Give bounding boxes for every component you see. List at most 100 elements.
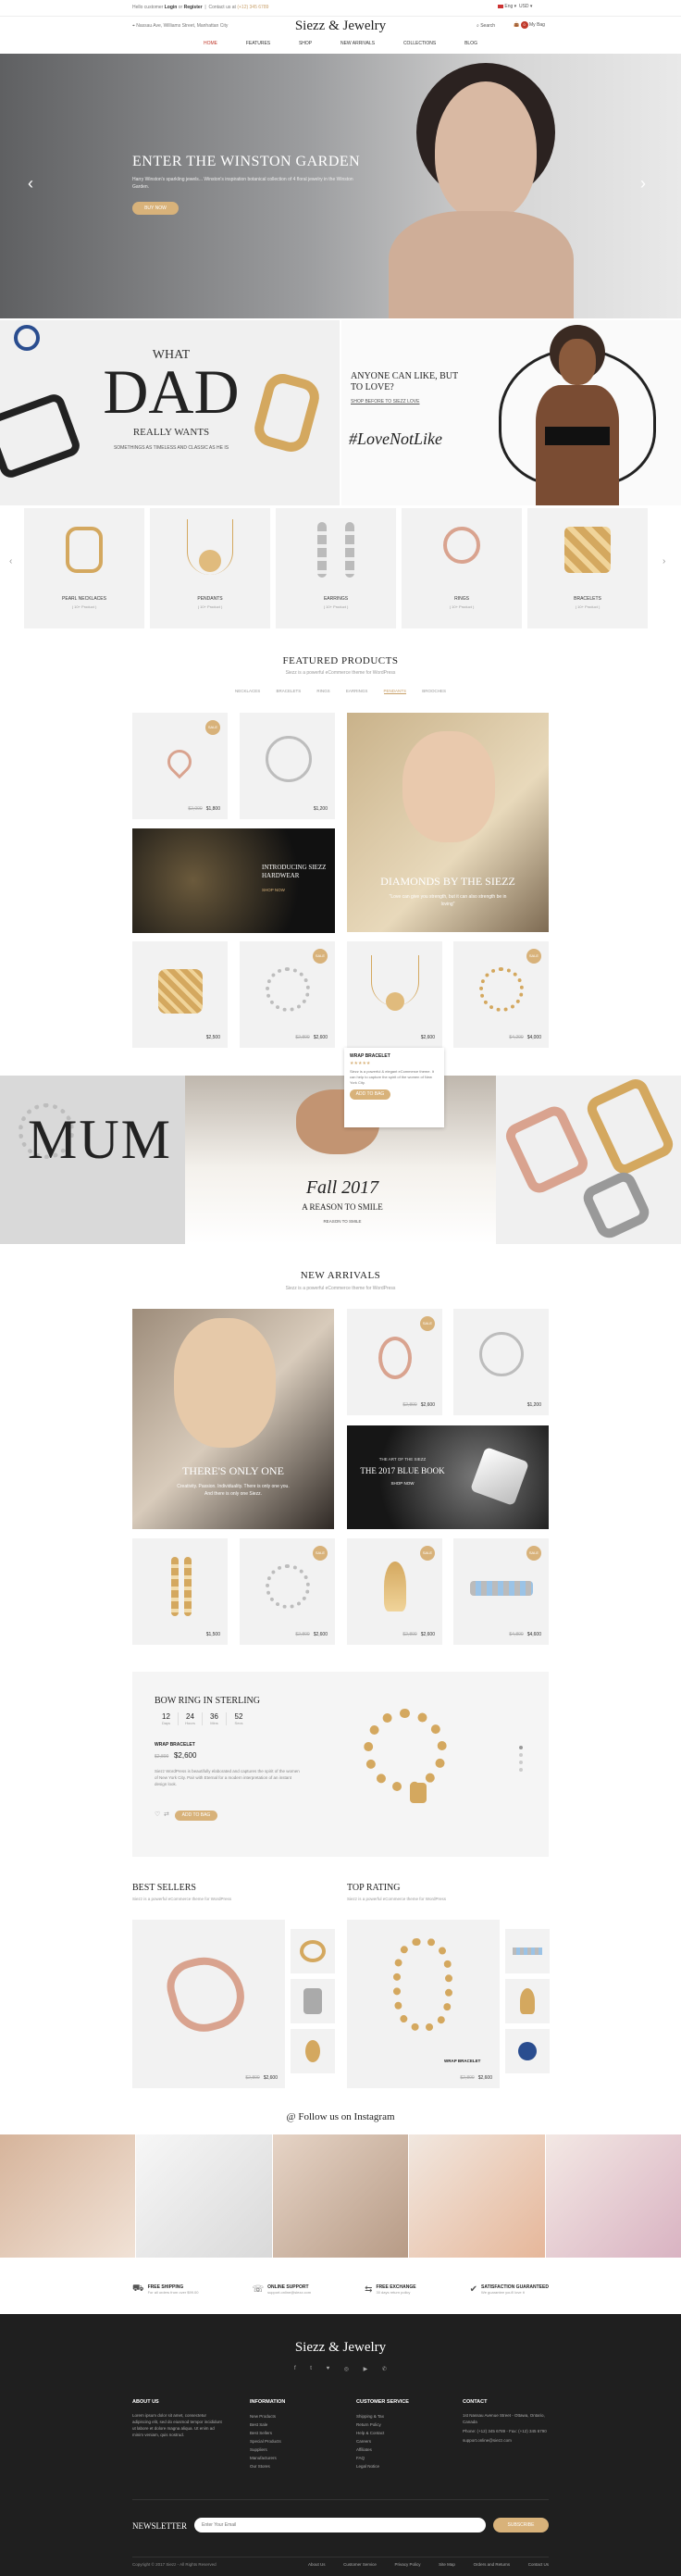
instagram-icon[interactable]: ◎: [344, 2366, 349, 2372]
category-card[interactable]: EARRINGS ( 10+ Product ): [276, 508, 396, 628]
fall-slide[interactable]: ‹ Fall 2017 A REASON TO SMILE REASON TO …: [185, 1076, 496, 1244]
bottom-link[interactable]: About Us: [308, 2562, 326, 2567]
deal-slider-dots[interactable]: [519, 1746, 523, 1772]
heart-icon[interactable]: ♥: [327, 2366, 330, 2372]
bottom-link[interactable]: Customer Service: [343, 2562, 377, 2567]
cart-button[interactable]: 👜 0 My Bag: [514, 21, 545, 29]
footer-link[interactable]: Shipping & Tax: [356, 2412, 440, 2420]
bottom-link[interactable]: Contact Us: [528, 2562, 549, 2567]
search-link[interactable]: Search: [480, 23, 495, 29]
nav-blog[interactable]: BLOG: [464, 41, 477, 46]
youtube-icon[interactable]: ▶: [364, 2366, 368, 2372]
instagram-photo[interactable]: [544, 2134, 681, 2258]
nav-shop[interactable]: SHOP: [299, 41, 312, 46]
facebook-icon[interactable]: f: [294, 2366, 296, 2372]
register-link[interactable]: Register: [184, 5, 203, 10]
product-card[interactable]: SALE $2,000 $1,800: [132, 713, 228, 819]
category-next-icon[interactable]: ›: [662, 556, 665, 566]
only-one-banner[interactable]: THERE'S ONLY ONE Creativity. Passion. In…: [132, 1309, 334, 1529]
instagram-photo[interactable]: [271, 2134, 409, 2258]
site-logo[interactable]: Siezz & Jewelry: [268, 19, 413, 34]
promo-dad-banner[interactable]: WHAT DAD REALLY WANTS SOMETHINGS AS TIME…: [0, 320, 340, 505]
product-card[interactable]: $1,500: [132, 1538, 228, 1645]
bottom-link[interactable]: Privacy Policy: [395, 2562, 421, 2567]
contact-email[interactable]: support.online@siezz.com: [463, 2437, 549, 2444]
nav-home[interactable]: HOME: [204, 41, 217, 46]
footer-link[interactable]: Best Sale: [250, 2420, 333, 2429]
bangles-banner[interactable]: [496, 1076, 681, 1244]
product-card[interactable]: $2,600: [347, 941, 442, 1048]
twitter-icon[interactable]: t: [310, 2366, 312, 2372]
instagram-photo[interactable]: [0, 2134, 136, 2258]
hero-buy-now-button[interactable]: BUY NOW: [132, 202, 179, 215]
mum-banner[interactable]: MUM: [0, 1076, 185, 1244]
top-rating-thumb[interactable]: [505, 1929, 550, 1973]
product-card[interactable]: $1,200: [240, 713, 335, 819]
language-select[interactable]: Eng: [504, 4, 513, 9]
product-card[interactable]: $1,200: [453, 1309, 549, 1415]
category-card[interactable]: RINGS ( 10+ Product ): [402, 508, 522, 628]
product-card[interactable]: $2,500: [132, 941, 228, 1048]
category-card[interactable]: PENDANTS ( 10+ Product ): [150, 508, 270, 628]
footer-link[interactable]: FAQ: [356, 2454, 440, 2462]
footer-link[interactable]: Special Products: [250, 2437, 333, 2445]
best-seller-thumb[interactable]: [291, 1929, 335, 1973]
tab-earrings[interactable]: EARRINGS: [346, 689, 368, 694]
footer-link[interactable]: Return Policy: [356, 2420, 440, 2429]
search-icon[interactable]: ⌕: [477, 23, 479, 29]
best-seller-thumb[interactable]: [291, 1979, 335, 2023]
tab-bracelets[interactable]: BRACELETS: [276, 689, 301, 694]
login-link[interactable]: Login: [165, 5, 178, 10]
nav-features[interactable]: FEATURES: [246, 41, 270, 46]
product-card[interactable]: SALE $2,800 $2,600: [240, 941, 335, 1048]
top-rating-main-card[interactable]: WRAP BRACELET $2,800 $2,600: [347, 1920, 500, 2088]
category-prev-icon[interactable]: ‹: [9, 556, 12, 566]
popup-add-to-bag-button[interactable]: ADD TO BAG: [350, 1089, 390, 1100]
tab-rings[interactable]: RINGS: [316, 689, 329, 694]
arrow-left-icon[interactable]: ‹: [28, 174, 33, 193]
footer-link[interactable]: Careers: [356, 2437, 440, 2445]
promo-love-banner[interactable]: ANYONE CAN LIKE, BUT TO LOVE? SHOP BEFOR…: [341, 320, 681, 505]
footer-link[interactable]: New Products: [250, 2412, 333, 2420]
top-rating-thumb[interactable]: [505, 1979, 550, 2023]
deal-compare-icon[interactable]: ⇄: [164, 1811, 169, 1818]
reason-to-smile-link[interactable]: REASON TO SMILE: [296, 1219, 389, 1224]
category-card[interactable]: PEARL NECKLACES ( 10+ Product ): [24, 508, 144, 628]
currency-select[interactable]: USD: [519, 4, 529, 9]
product-card[interactable]: SALE $4,800 $4,600: [453, 1538, 549, 1645]
top-rating-thumb[interactable]: [505, 2029, 550, 2073]
product-card[interactable]: SALE $2,800 $2,600: [347, 1309, 442, 1415]
footer-link[interactable]: Suppliers: [250, 2445, 333, 2454]
bottom-link[interactable]: Site Map: [439, 2562, 455, 2567]
footer-logo[interactable]: Siezz & Jewelry: [0, 2340, 681, 2356]
product-card[interactable]: SALE $2,800 $2,600: [240, 1538, 335, 1645]
deal-add-to-bag-button[interactable]: ADD TO BAG: [175, 1811, 217, 1821]
footer-link[interactable]: Help & Contact: [356, 2429, 440, 2437]
footer-link[interactable]: Best Sellers: [250, 2429, 333, 2437]
subscribe-button[interactable]: SUBSCRIBE: [493, 2518, 549, 2532]
phone-icon[interactable]: ✆: [382, 2366, 387, 2372]
deal-heart-icon[interactable]: ♡: [155, 1811, 160, 1818]
category-card[interactable]: BRACELETS ( 10+ Product ): [527, 508, 648, 628]
tab-brooches[interactable]: BROOCHES: [422, 689, 446, 694]
footer-link[interactable]: Affiliates: [356, 2445, 440, 2454]
blue-book-shop-link[interactable]: SHOP NOW: [356, 1481, 449, 1486]
footer-link[interactable]: Manufacturers: [250, 2454, 333, 2462]
instagram-photo[interactable]: [408, 2134, 545, 2258]
footer-link[interactable]: Our Stores: [250, 2462, 333, 2470]
hardwear-shop-link[interactable]: SHOP NOW: [262, 888, 285, 892]
arrow-right-icon[interactable]: ›: [640, 174, 646, 193]
blue-book-banner[interactable]: THE ART OF THE SIEZZ THE 2017 BLUE BOOK …: [347, 1425, 549, 1529]
bottom-link[interactable]: Orders and Returns: [474, 2562, 511, 2567]
promo-love-link[interactable]: SHOP BEFORE TO SIEZZ LOVE: [351, 399, 419, 404]
nav-collections[interactable]: COLLECTIONS: [403, 41, 436, 46]
nav-new-arrivals[interactable]: NEW ARRIVALS: [340, 41, 375, 46]
product-card[interactable]: SALE $2,800 $2,600: [347, 1538, 442, 1645]
hardwear-banner[interactable]: INTRODUCING SIEZZ HARDWEAR SHOP NOW: [132, 828, 335, 933]
best-seller-main-card[interactable]: $2,800 $2,600: [132, 1920, 285, 2088]
newsletter-email-input[interactable]: [194, 2518, 486, 2532]
tab-pendants[interactable]: PENDANTS: [383, 689, 407, 694]
product-card[interactable]: SALE $4,200 $4,000: [453, 941, 549, 1048]
tab-necklaces[interactable]: NECKLACES: [235, 689, 260, 694]
footer-link[interactable]: Legal Notice: [356, 2462, 440, 2470]
